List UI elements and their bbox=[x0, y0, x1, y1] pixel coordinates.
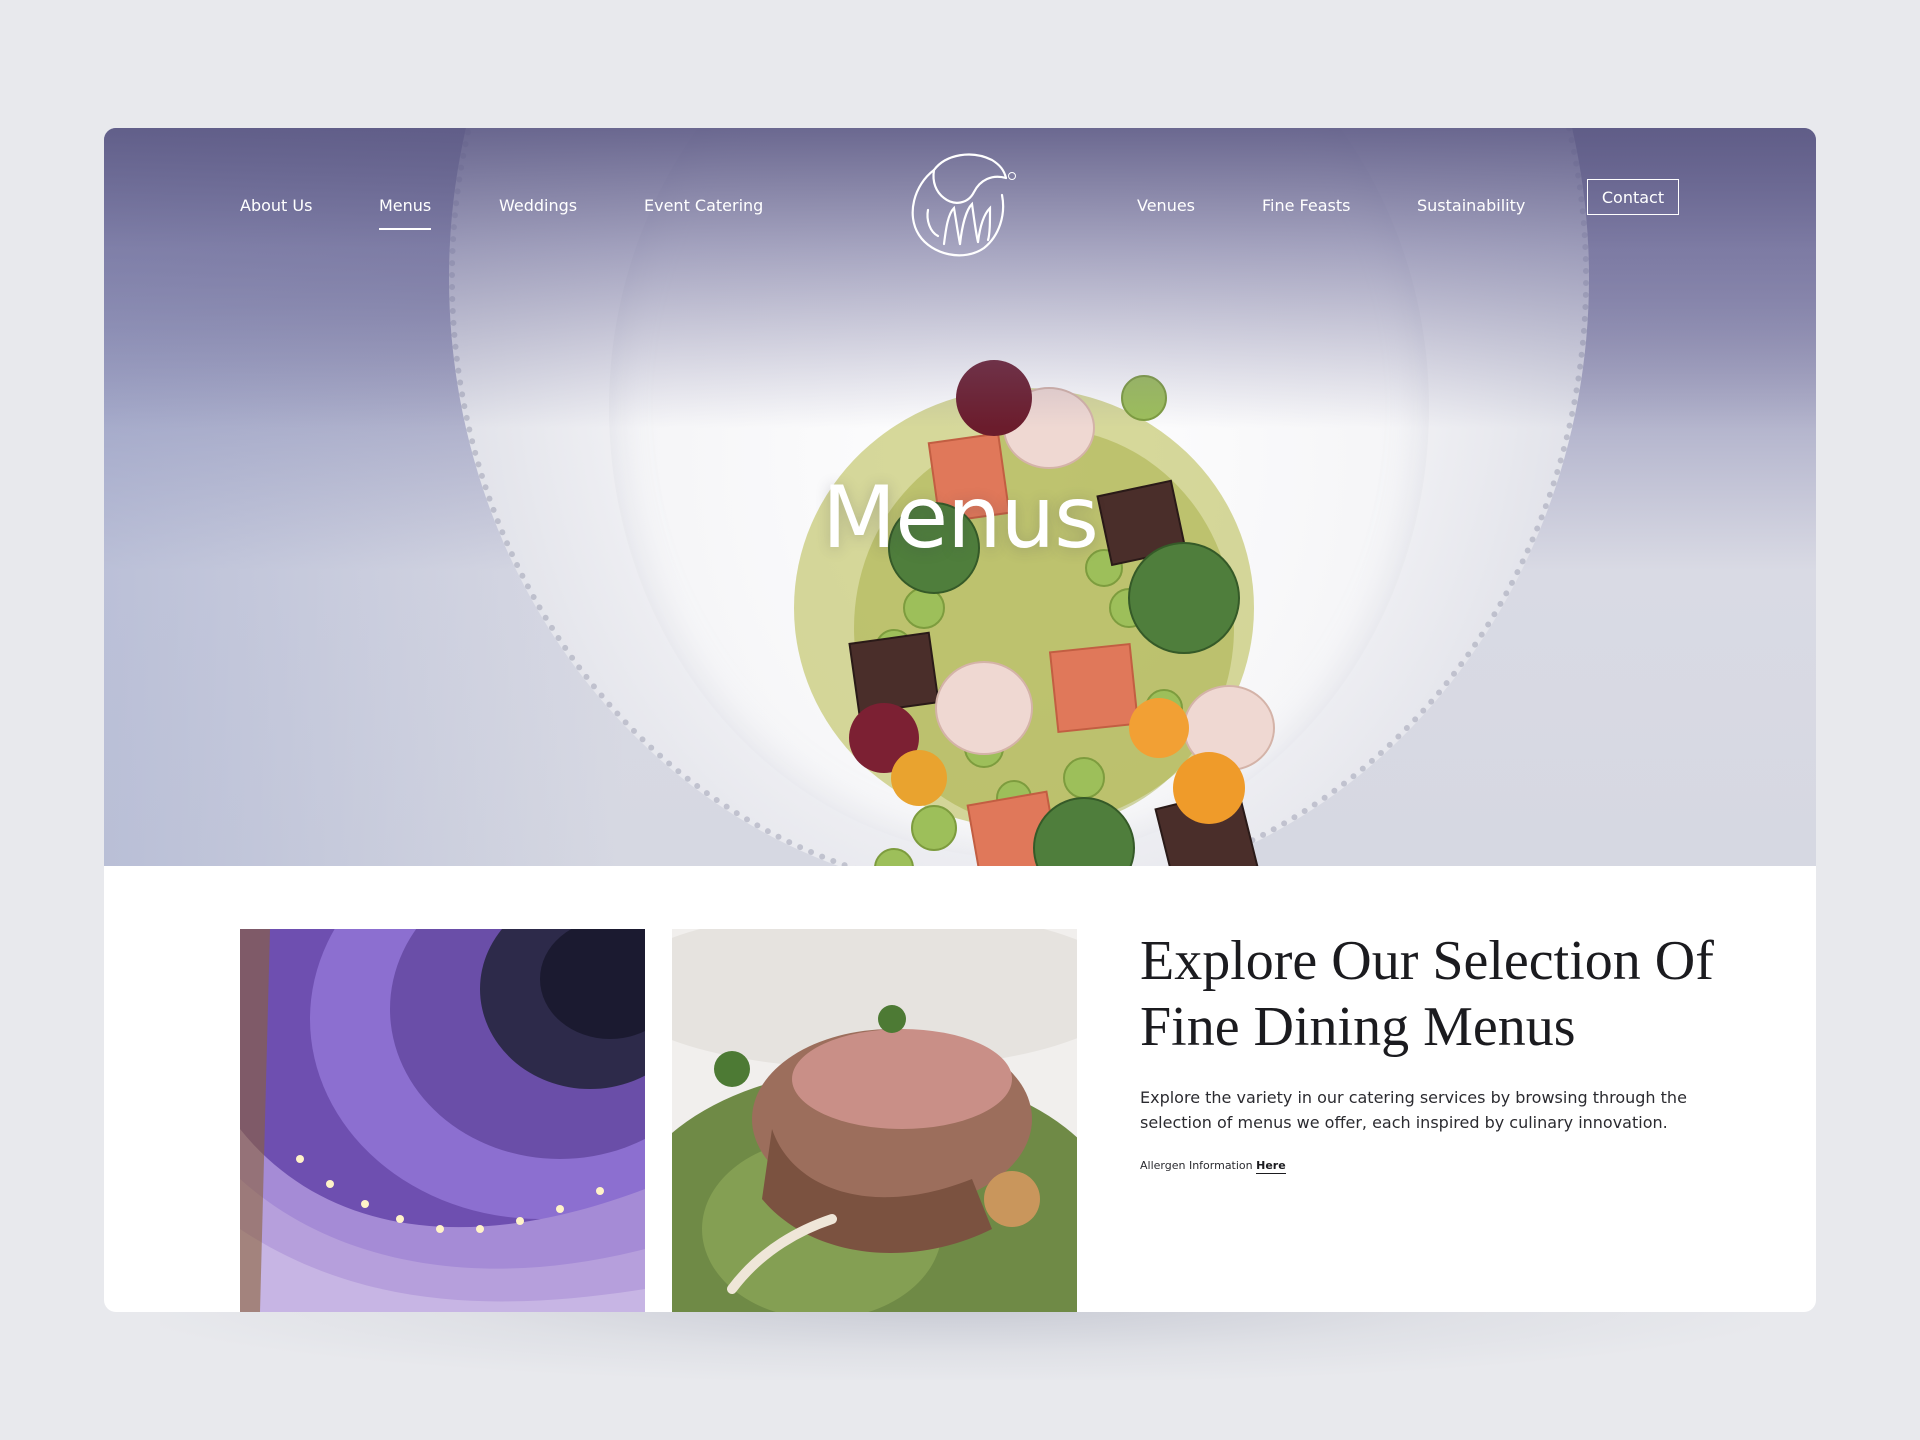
nav-fine-feasts[interactable]: Fine Feasts bbox=[1262, 188, 1350, 224]
lamb-dish-image bbox=[672, 929, 1077, 1312]
allergen-link[interactable]: Here bbox=[1256, 1159, 1286, 1174]
nav-about-us[interactable]: About Us bbox=[240, 188, 312, 224]
swan-hand-logo-icon[interactable] bbox=[894, 140, 1024, 265]
hero-section: Menus About Us Menus Weddings Event Cate… bbox=[104, 128, 1816, 866]
nav-venues[interactable]: Venues bbox=[1137, 188, 1195, 224]
atrium-image bbox=[240, 929, 645, 1312]
venue-atrium-photo bbox=[240, 929, 645, 1312]
nav-sustainability[interactable]: Sustainability bbox=[1417, 188, 1525, 224]
hero-title: Menus bbox=[822, 468, 1099, 568]
nav-menus[interactable]: Menus bbox=[379, 188, 432, 230]
contact-button[interactable]: Contact bbox=[1587, 179, 1679, 215]
nav-event-catering[interactable]: Event Catering bbox=[644, 188, 763, 224]
intro-body: Explore the variety in our catering serv… bbox=[1140, 1088, 1687, 1132]
allergen-info: Allergen Information Here bbox=[1140, 1158, 1286, 1174]
intro-headline: Explore Our Selection Of Fine Dining Men… bbox=[1140, 930, 1714, 1058]
allergen-label: Allergen Information bbox=[1140, 1159, 1253, 1172]
website-card: Menus About Us Menus Weddings Event Cate… bbox=[104, 128, 1816, 1312]
nav-weddings[interactable]: Weddings bbox=[499, 188, 577, 224]
lamb-dish-photo bbox=[672, 929, 1077, 1312]
main-navigation: About Us Menus Weddings Event Catering V… bbox=[104, 128, 1816, 288]
